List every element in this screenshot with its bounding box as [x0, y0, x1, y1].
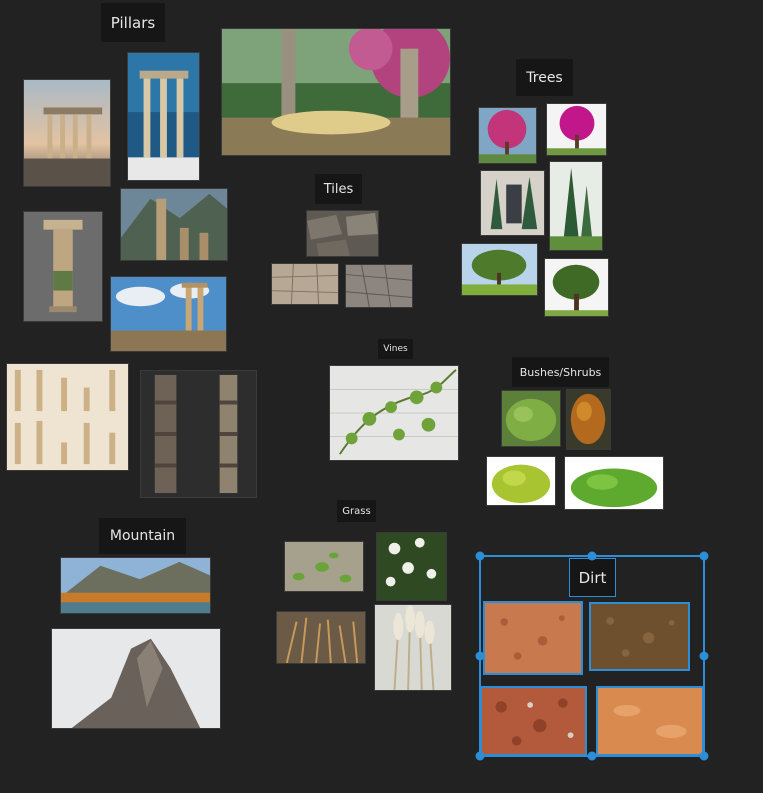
trees-oak-field-image[interactable] — [461, 243, 538, 296]
selection-handle-top-left[interactable] — [475, 551, 485, 561]
selection-handle-top-right[interactable] — [699, 551, 709, 561]
selection-handle-bottom-left[interactable] — [475, 751, 485, 761]
tiles-broken-stone-image[interactable] — [306, 210, 379, 257]
grass-pampas-image[interactable] — [374, 604, 452, 691]
selection-handle-bottom-right[interactable] — [699, 751, 709, 761]
group-label-mountain[interactable]: Mountain — [99, 518, 186, 554]
pillars-column-set-image[interactable] — [6, 363, 129, 471]
tiles-cobble-image[interactable] — [345, 264, 413, 308]
mountain-rock-formation-image[interactable] — [51, 628, 221, 729]
dirt-rocky-soil-image[interactable] — [480, 686, 587, 756]
selection-handle-middle-left[interactable] — [475, 651, 485, 661]
pillars-forest-ruins-painting-image[interactable] — [221, 28, 451, 156]
pillars-stacked-column-image[interactable] — [140, 370, 257, 498]
selection-handle-top-center[interactable] — [587, 551, 597, 561]
trees-tall-cypress-image[interactable] — [549, 161, 603, 251]
group-label-grass[interactable]: Grass — [337, 500, 376, 522]
grass-white-flowers-image[interactable] — [376, 532, 447, 601]
trees-pink-blossom-2-image[interactable] — [546, 103, 607, 156]
selection-handle-middle-right[interactable] — [699, 651, 709, 661]
pillars-temple-poster-image[interactable] — [127, 52, 200, 181]
mountain-lake-forest-image[interactable] — [60, 557, 211, 614]
tiles-flagstone-image[interactable] — [271, 263, 339, 305]
pillars-mountain-columns-image[interactable] — [120, 188, 228, 261]
trees-oak-white-image[interactable] — [544, 258, 609, 317]
pillars-ruins-blue-sky-image[interactable] — [110, 276, 227, 352]
group-label-tiles[interactable]: Tiles — [315, 174, 362, 204]
group-label-trees[interactable]: Trees — [516, 59, 573, 96]
bushes-round-shrub-image[interactable] — [486, 456, 556, 506]
grass-dry-tuft-image[interactable] — [276, 611, 366, 664]
dirt-red-soil-image[interactable] — [483, 601, 583, 675]
vines-white-wall-image[interactable] — [329, 365, 459, 461]
group-label-bushes[interactable]: Bushes/Shrubs — [512, 357, 609, 387]
dirt-sandy-soil-image[interactable] — [596, 686, 704, 756]
selection-handle-bottom-center[interactable] — [587, 751, 597, 761]
group-label-dirt[interactable]: Dirt — [569, 558, 616, 597]
grass-patches-image[interactable] — [284, 541, 364, 592]
bushes-green-shrub-image[interactable] — [501, 390, 561, 447]
bushes-autumn-shrub-image[interactable] — [566, 389, 611, 450]
bushes-wide-shrub-image[interactable] — [564, 456, 664, 510]
group-label-pillars[interactable]: Pillars — [101, 3, 165, 42]
group-label-vines[interactable]: Vines — [378, 339, 413, 359]
pillars-ruins-sunset-image[interactable] — [23, 79, 111, 187]
dirt-brown-soil-image[interactable] — [589, 602, 690, 671]
trees-cypress-house-image[interactable] — [480, 170, 545, 236]
trees-pink-blossom-1-image[interactable] — [478, 107, 537, 164]
pillars-ionic-column-render-image[interactable] — [23, 211, 103, 322]
